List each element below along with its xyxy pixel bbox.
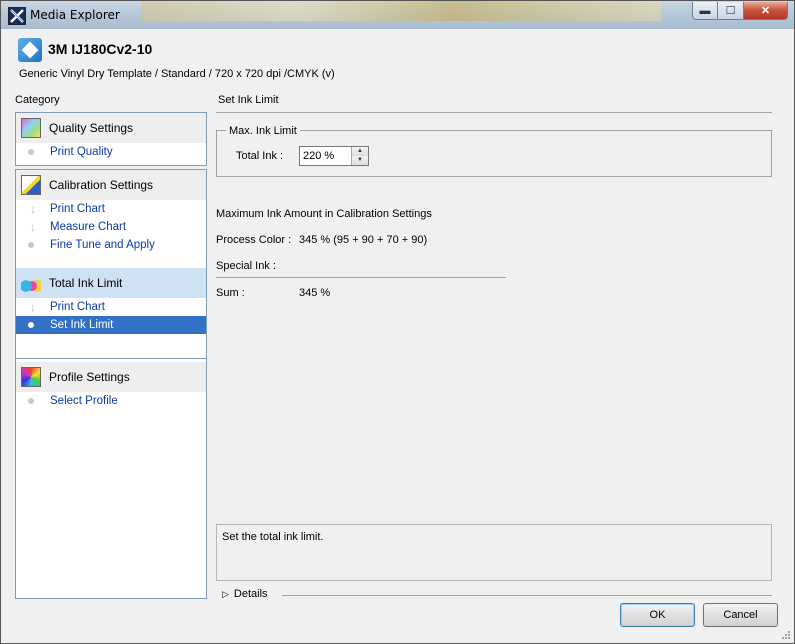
profile-settings-header[interactable]: Profile Settings — [16, 362, 206, 392]
media-icon — [18, 38, 42, 62]
title-bar[interactable]: Media Explorer ▬ ☐ ✕ — [1, 1, 794, 29]
spin-down-icon[interactable]: ▼ — [351, 156, 368, 165]
cancel-button[interactable]: Cancel — [703, 603, 778, 627]
total-ink-spinner[interactable]: ▲ ▼ — [299, 146, 369, 166]
calibration-settings-icon — [21, 175, 41, 195]
app-icon — [8, 7, 26, 25]
sidebar-item-set-ink-limit[interactable]: Set Ink Limit — [16, 316, 206, 334]
sidebar-item-print-chart[interactable]: ↓ Print Chart — [16, 200, 206, 218]
description-box: Set the total ink limit. — [216, 524, 772, 581]
total-ink-label: Total Ink : — [236, 150, 284, 162]
details-toggle[interactable]: ▷ Details — [222, 588, 268, 600]
sidebar-item-select-profile[interactable]: Select Profile — [16, 392, 206, 410]
media-explorer-window: Media Explorer ▬ ☐ ✕ 3M IJ180Cv2-10 Gene… — [0, 0, 795, 644]
max-ink-heading: Maximum Ink Amount in Calibration Settin… — [216, 208, 432, 220]
quality-settings-header[interactable]: Quality Settings — [16, 113, 206, 143]
ink-drops-icon — [21, 273, 41, 293]
profile-settings-icon — [21, 367, 41, 387]
sum-label: Sum : — [216, 287, 245, 299]
process-color-label: Process Color : — [216, 234, 292, 246]
details-divider — [282, 595, 772, 596]
section-divider — [216, 112, 772, 113]
section-title: Set Ink Limit — [218, 94, 279, 106]
item-label: Fine Tune and Apply — [50, 239, 155, 251]
item-label: Measure Chart — [50, 221, 127, 233]
calibration-settings-header[interactable]: Calibration Settings — [16, 170, 206, 200]
arrow-down-icon: ↓ — [30, 300, 36, 314]
details-label: Details — [233, 588, 268, 600]
bullet-icon — [28, 149, 34, 155]
total-ink-input[interactable] — [301, 148, 353, 164]
profile-settings-group: Profile Settings Select Profile — [15, 359, 207, 599]
sidebar-item-print-quality[interactable]: Print Quality — [16, 143, 206, 161]
item-label: Print Chart — [50, 203, 105, 215]
total-ink-limit-header[interactable]: Total Ink Limit — [16, 268, 206, 298]
item-label: Print Quality — [50, 146, 113, 158]
close-button[interactable]: ✕ — [744, 2, 788, 20]
bullet-icon — [28, 398, 34, 404]
group-title: Profile Settings — [49, 370, 130, 384]
calibration-group: Calibration Settings ↓ Print Chart ↓ Mea… — [15, 169, 207, 359]
ok-button[interactable]: OK — [620, 603, 695, 627]
title-bar-background — [141, 1, 661, 21]
window-title: Media Explorer — [30, 8, 120, 22]
item-label: Select Profile — [50, 395, 118, 407]
description-text: Set the total ink limit. — [222, 531, 324, 543]
group-title: Calibration Settings — [49, 178, 154, 192]
group-title: Quality Settings — [49, 121, 134, 135]
sidebar-item-ink-print-chart[interactable]: ↓ Print Chart — [16, 298, 206, 316]
triangle-right-icon: ▷ — [222, 588, 229, 599]
bullet-icon — [28, 322, 34, 328]
item-label: Print Chart — [50, 301, 105, 313]
arrow-down-icon: ↓ — [30, 220, 36, 234]
sum-value: 345 % — [299, 287, 331, 299]
group-title: Total Ink Limit — [49, 276, 123, 290]
minimize-button[interactable]: ▬ — [692, 2, 718, 20]
sidebar-item-fine-tune[interactable]: Fine Tune and Apply — [16, 236, 206, 254]
quality-settings-group: Quality Settings Print Quality — [15, 112, 207, 166]
category-label: Category — [15, 94, 60, 106]
maximize-button[interactable]: ☐ — [718, 2, 744, 20]
max-ink-limit-legend: Max. Ink Limit — [226, 125, 300, 137]
arrow-down-icon: ↓ — [30, 202, 36, 216]
quality-settings-icon — [21, 118, 41, 138]
sidebar-item-measure-chart[interactable]: ↓ Measure Chart — [16, 218, 206, 236]
item-label: Set Ink Limit — [50, 319, 114, 331]
resize-grip-icon[interactable] — [781, 630, 791, 640]
media-description: Generic Vinyl Dry Template / Standard / … — [19, 68, 335, 80]
special-ink-label: Special Ink : — [216, 260, 276, 272]
bullet-icon — [28, 242, 34, 248]
media-name: 3M IJ180Cv2-10 — [48, 41, 153, 57]
category-panel: Quality Settings Print Quality Calibrati… — [15, 112, 207, 599]
process-color-value: 345 % (95 + 90 + 70 + 90) — [299, 234, 428, 246]
sum-divider — [216, 277, 506, 278]
